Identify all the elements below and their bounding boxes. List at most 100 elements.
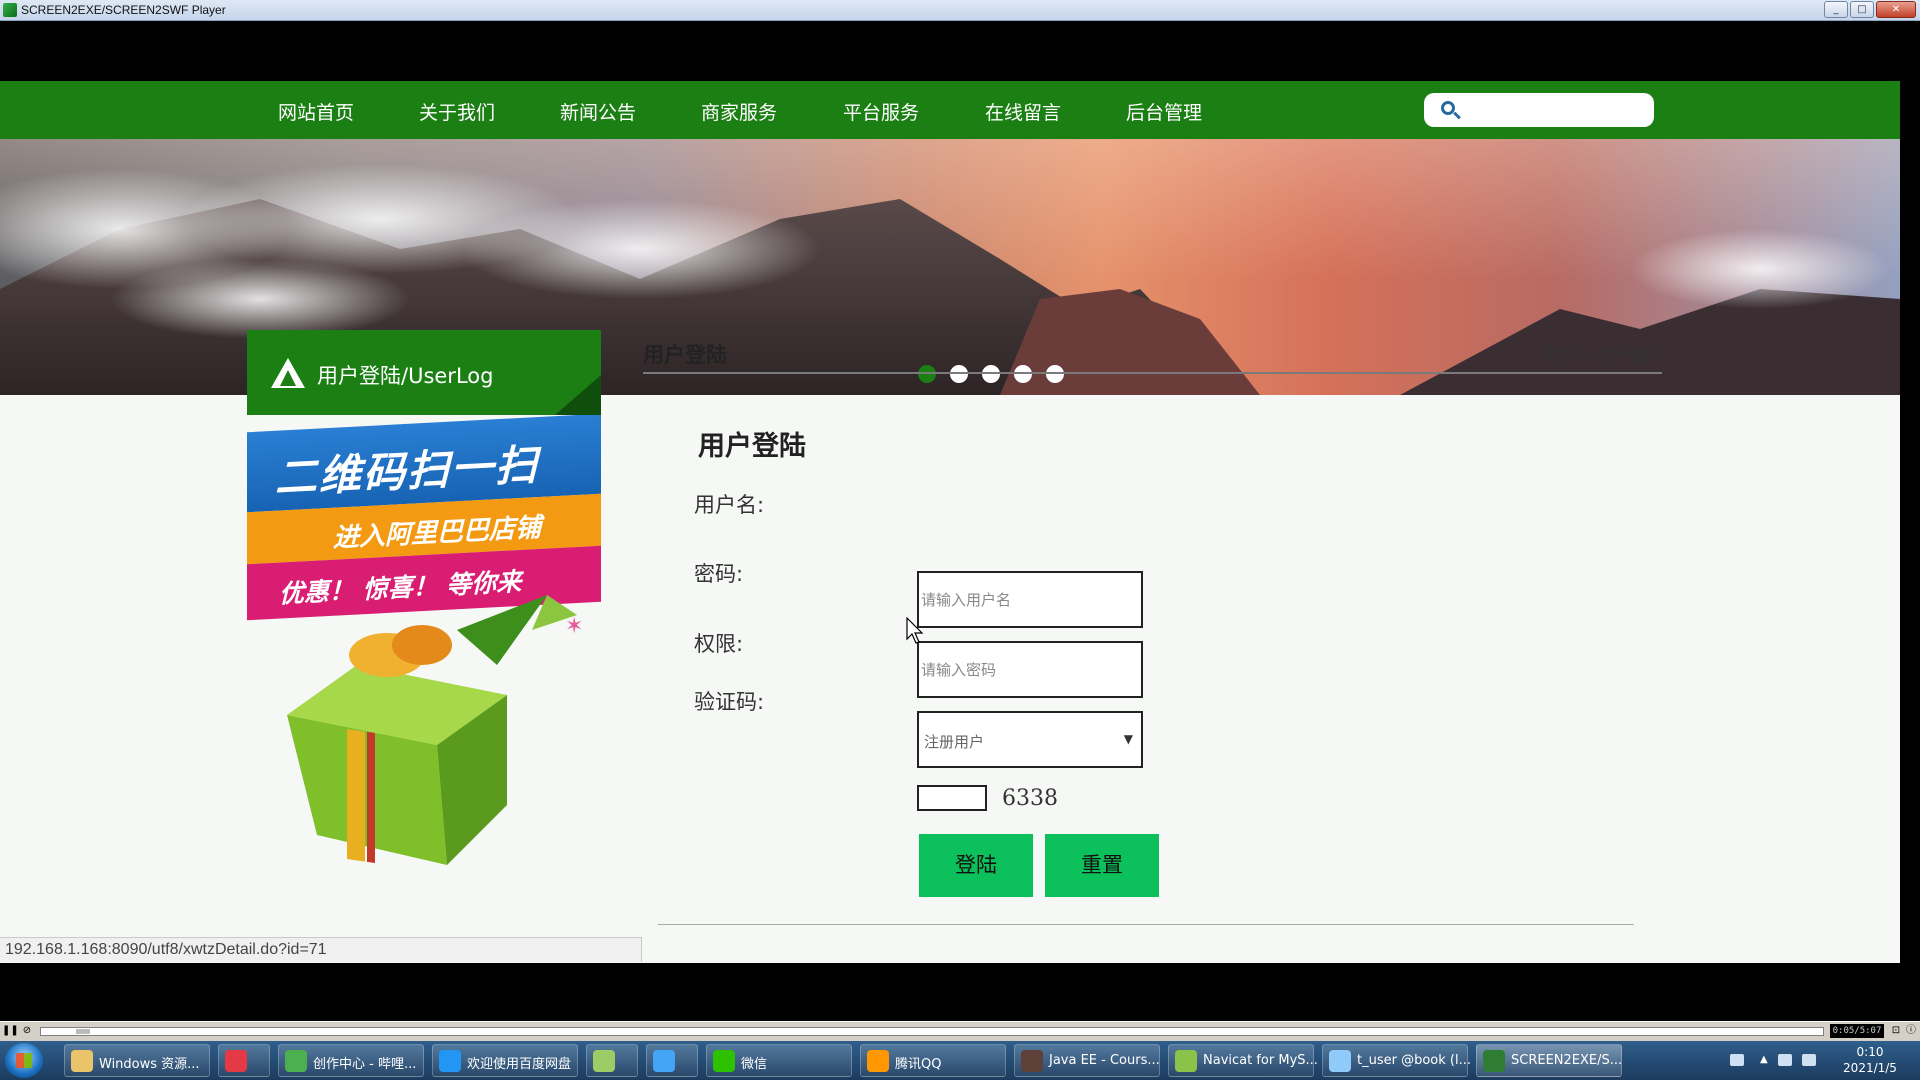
nav-item-platform[interactable]: 平台服务 [843,98,919,125]
taskbar-item[interactable]: Java EE - Cours... [1014,1044,1160,1077]
sidebar-header: 用户登陆/UserLog [247,330,601,415]
taskbar-item[interactable]: 腾讯QQ [860,1044,1006,1077]
info-icon[interactable]: ⓘ [1904,1024,1918,1038]
qr-promo-image: 二维码扫一扫 进入阿里巴巴店铺 优惠！ 惊喜！ 等你来 ✶ [247,415,601,882]
taskbar-item[interactable]: t_user @book (l... [1322,1044,1471,1077]
browser-status-bar: 192.168.1.168:8090/utf8/xwtzDetail.do?id… [0,937,642,962]
nav-item-home[interactable]: 网站首页 [278,98,354,125]
username-input[interactable] [917,571,1143,628]
login-form-title: 用户登陆 [698,431,806,462]
captcha-code[interactable]: 6338 [1002,786,1058,811]
carousel-dots [918,365,1064,383]
breadcrumb: 首页 / 用户登陆 [1543,341,1661,365]
status-url: 192.168.1.168:8090/utf8/xwtzDetail.do?id… [5,941,327,958]
app-icon [1021,1050,1043,1072]
taskbar-item-label: Windows 资源... [99,1057,200,1072]
minimize-button[interactable]: _ [1824,1,1848,18]
page-title: 用户登陆 [643,343,727,367]
taskbar-item-label: 创作中心 - 哔哩... [313,1057,417,1072]
nav-item-message[interactable]: 在线留言 [985,98,1061,125]
captcha-label: 验证码: [694,690,765,714]
dropdown-arrow-icon: ▼ [1123,732,1133,746]
app-icon [3,3,17,17]
app-icon [713,1050,735,1072]
seek-bar[interactable] [40,1027,1824,1036]
carousel-dot[interactable] [1014,365,1032,383]
taskbar-item[interactable]: 创作中心 - 哔哩... [278,1044,424,1077]
app-icon [439,1050,461,1072]
fullscreen-icon[interactable]: ⊡ [1889,1024,1903,1038]
nav-item-about[interactable]: 关于我们 [419,98,495,125]
form-divider [658,924,1634,925]
clock-date: 2021/1/5 [1843,1061,1897,1075]
sidebar-title: 用户登陆/UserLog [317,364,494,388]
taskbar-item[interactable]: Navicat for MyS... [1168,1044,1318,1077]
title-divider [643,372,1662,374]
taskbar-item[interactable]: 欢迎使用百度网盘 [432,1044,578,1077]
nav-item-admin[interactable]: 后台管理 [1126,98,1202,125]
taskbar-item[interactable]: 微信 [706,1044,852,1077]
nav-item-news[interactable]: 新闻公告 [560,98,636,125]
pause-icon[interactable]: ❚❚ [2,1024,19,1038]
system-tray: ▲ [1720,1046,1840,1076]
app-icon [1175,1050,1197,1072]
search-icon[interactable] [1441,101,1455,115]
taskbar-item-label: 腾讯QQ [895,1057,942,1072]
app-icon [1483,1050,1505,1072]
taskbar-item-label: SCREEN2EXE/S... [1511,1053,1623,1068]
nav-item-merchant[interactable]: 商家服务 [701,98,777,125]
app-icon [593,1050,615,1072]
breadcrumb-home-link[interactable]: 首页 [1543,345,1575,364]
maximize-button[interactable]: □ [1850,1,1874,18]
breadcrumb-separator: / [1586,345,1592,364]
taskbar-item[interactable]: Windows 资源... [64,1044,210,1077]
stop-icon[interactable]: ⊘ [20,1024,34,1038]
login-button[interactable]: 登陆 [919,834,1033,897]
window-controls: _ □ ✕ [1824,1,1916,18]
taskbar-item[interactable] [646,1044,698,1077]
player-time: 0:05/5:07 [1830,1024,1884,1038]
player-title-bar: SCREEN2EXE/SCREEN2SWF Player _ □ ✕ [0,0,1920,21]
taskbar-item[interactable]: SCREEN2EXE/S... [1476,1044,1622,1077]
start-button[interactable] [5,1043,43,1078]
password-input[interactable] [917,641,1143,698]
triangle-logo-icon [271,358,305,388]
search-box[interactable] [1424,93,1654,127]
player-controls: ❚❚ ⊘ 0:05/5:07 ⊡ ⓘ [0,1021,1920,1041]
carousel-dot[interactable] [918,365,936,383]
role-label: 权限: [694,632,744,656]
carousel-dot[interactable] [1046,365,1064,383]
carousel-dot[interactable] [982,365,1000,383]
keyboard-icon[interactable] [1730,1054,1744,1066]
taskbar-clock[interactable]: 0:10 2021/1/5 [1830,1044,1910,1076]
taskbar-item-label: Java EE - Cours... [1049,1053,1160,1068]
role-select[interactable]: 注册用户 ▼ [917,711,1143,768]
taskbar-item[interactable] [586,1044,638,1077]
taskbar-item-label: t_user @book (l... [1357,1053,1471,1068]
close-button[interactable]: ✕ [1876,1,1916,18]
show-hidden-icons-icon[interactable]: ▲ [1760,1054,1768,1066]
username-label: 用户名: [694,493,765,517]
taskbar-item[interactable] [218,1044,270,1077]
windows-taskbar: Windows 资源... 创作中心 - 哔哩... 欢迎使用百度网盘 微信 腾讯QQ J… [0,1041,1920,1080]
volume-icon[interactable] [1778,1054,1792,1066]
carousel-dot[interactable] [950,365,968,383]
svg-text:✶: ✶ [565,614,583,639]
taskbar-item-label: Navicat for MyS... [1203,1053,1318,1068]
captcha-input[interactable] [917,785,987,811]
network-icon[interactable] [1802,1054,1816,1066]
mouse-cursor-icon [906,617,924,644]
role-select-value: 注册用户 [924,733,985,751]
search-input[interactable] [1468,97,1644,123]
clock-time: 0:10 [1856,1045,1884,1059]
main-nav: 网站首页 关于我们 新闻公告 商家服务 平台服务 在线留言 后台管理 [0,81,1900,139]
app-icon [225,1050,247,1072]
app-icon [71,1050,93,1072]
reset-button[interactable]: 重置 [1045,834,1159,897]
website-viewport: 网站首页 关于我们 新闻公告 商家服务 平台服务 在线留言 后台管理 用户登陆/… [0,81,1900,963]
app-icon [867,1050,889,1072]
app-icon [1329,1050,1351,1072]
app-icon [285,1050,307,1072]
seek-thumb[interactable] [76,1029,91,1034]
taskbar-item-label: 微信 [741,1057,768,1072]
